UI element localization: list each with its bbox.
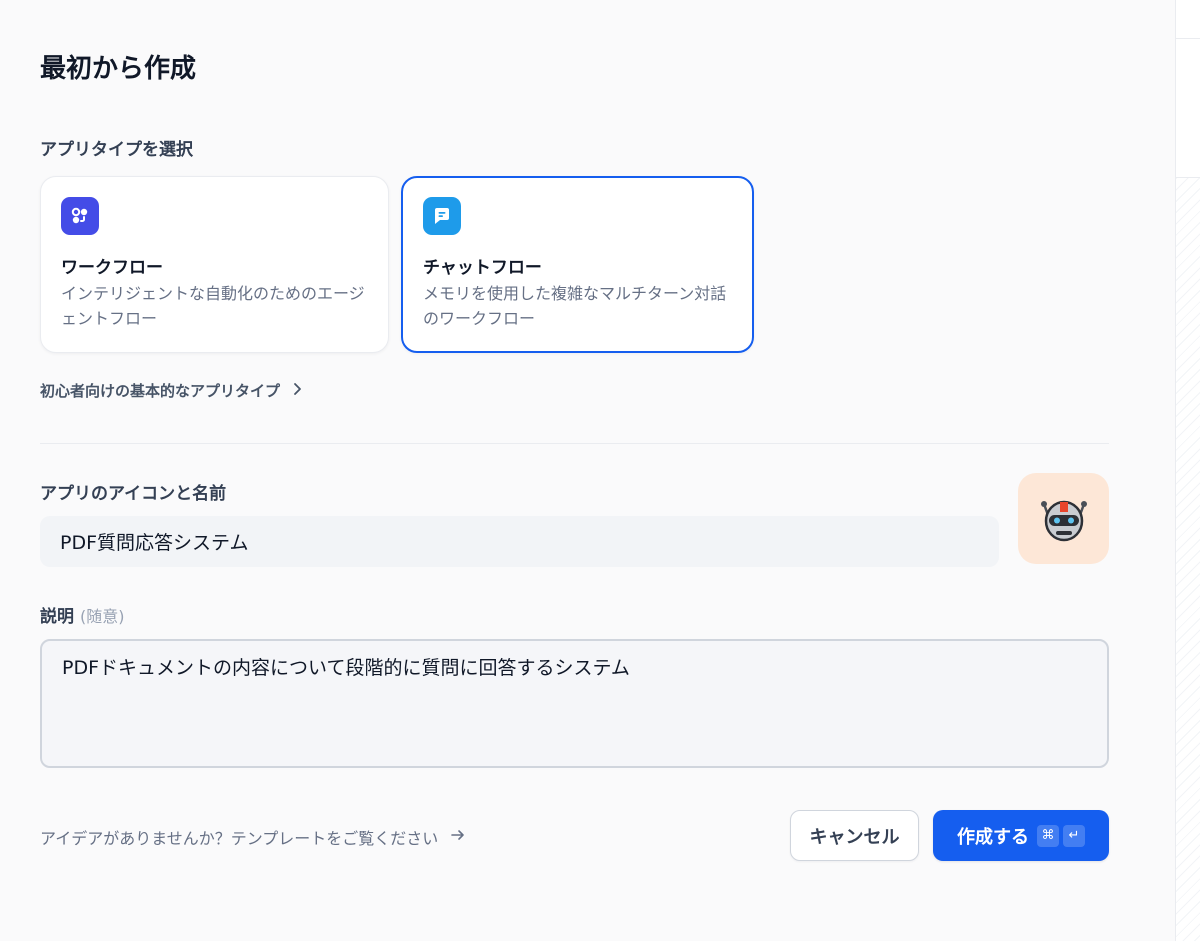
app-name-label: アプリのアイコンと名前 bbox=[40, 484, 227, 504]
chatflow-icon bbox=[423, 197, 461, 235]
create-app-dialog: 最初から作成 アプリタイプを選択 ワークフロー インテリジェントな自動化のための… bbox=[0, 0, 1175, 941]
chatflow-card-title: チャットフロー bbox=[423, 258, 542, 278]
panel-edge-hatch bbox=[1176, 178, 1200, 941]
optional-tag: (随意) bbox=[80, 607, 125, 626]
panel-edge-line bbox=[1176, 38, 1200, 39]
create-button-label: 作成する bbox=[957, 826, 1029, 848]
chatflow-card-description: メモリを使用した複雑なマルチターン対話のワークフロー bbox=[423, 284, 727, 328]
app-type-label: アプリタイプを選択 bbox=[40, 140, 193, 160]
dialog-title: 最初から作成 bbox=[40, 54, 197, 84]
robot-icon bbox=[1034, 487, 1094, 551]
section-divider bbox=[40, 443, 1109, 444]
description-textarea[interactable]: PDFドキュメントの内容について段階的に質問に回答するシステム bbox=[40, 639, 1109, 768]
templates-link[interactable]: アイデアがありませんか？テンプレートをご覧ください bbox=[40, 825, 466, 849]
arrow-right-icon bbox=[450, 827, 466, 847]
description-label: 説明 (随意) bbox=[40, 602, 125, 627]
beginner-link-label: 初心者向けの基本的なアプリタイプ bbox=[40, 382, 281, 400]
create-button[interactable]: 作成する ⌘ ↵ bbox=[933, 810, 1109, 861]
chevron-right-icon bbox=[290, 382, 304, 400]
right-panel-edge bbox=[1175, 0, 1200, 941]
enter-key-icon: ↵ bbox=[1063, 824, 1085, 847]
workflow-card-description: インテリジェントな自動化のためのエージェントフロー bbox=[61, 284, 365, 328]
command-key-icon: ⌘ bbox=[1037, 824, 1059, 847]
app-icon-picker[interactable] bbox=[1018, 473, 1109, 564]
templates-link-label: アイデアがありませんか？テンプレートをご覧ください bbox=[40, 829, 439, 848]
app-type-chatflow-card[interactable]: チャットフロー メモリを使用した複雑なマルチターン対話のワークフロー bbox=[401, 176, 754, 353]
workflow-card-title: ワークフロー bbox=[61, 258, 163, 278]
app-name-input[interactable]: PDF質問応答システム bbox=[40, 516, 999, 567]
app-type-workflow-card[interactable]: ワークフロー インテリジェントな自動化のためのエージェントフロー bbox=[40, 176, 389, 353]
workflow-icon bbox=[61, 197, 99, 235]
description-label-text: 説明 bbox=[40, 607, 74, 627]
beginner-app-types-link[interactable]: 初心者向けの基本的なアプリタイプ bbox=[40, 380, 304, 401]
cancel-button[interactable]: キャンセル bbox=[790, 810, 919, 861]
